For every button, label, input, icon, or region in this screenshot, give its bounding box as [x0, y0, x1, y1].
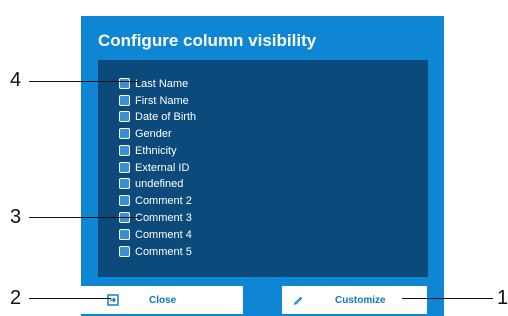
callout-2: 2: [10, 287, 22, 309]
column-item-comment-2[interactable]: Comment 2: [119, 193, 192, 208]
callout-1: 1: [497, 287, 508, 309]
column-visibility-dialog: Configure column visibility Last Name Fi…: [81, 16, 444, 316]
column-label: Ethnicity: [135, 144, 177, 157]
column-label: Last Name: [135, 77, 189, 90]
pencil-icon: [293, 296, 303, 305]
checkbox[interactable]: [119, 145, 130, 156]
checkbox[interactable]: [119, 195, 130, 206]
checkbox[interactable]: [119, 78, 130, 89]
column-item-undefined[interactable]: undefined: [119, 176, 183, 191]
dialog-title: Configure column visibility: [98, 31, 317, 50]
callout-4: 4: [10, 69, 22, 91]
close-label: Close: [149, 294, 177, 306]
checkbox[interactable]: [119, 95, 130, 106]
column-label: Comment 5: [135, 245, 192, 258]
column-item-ethnicity[interactable]: Ethnicity: [119, 143, 177, 158]
column-label: Date of Birth: [135, 110, 197, 123]
callout-3-leader: [29, 217, 139, 218]
exit-icon: [107, 294, 119, 306]
column-label: Comment 4: [135, 228, 192, 241]
column-item-date-of-birth[interactable]: Date of Birth: [119, 109, 196, 124]
checkbox[interactable]: [119, 128, 130, 139]
column-item-external-id[interactable]: External ID: [119, 160, 189, 175]
checkbox[interactable]: [119, 178, 130, 189]
column-label: Comment 2: [135, 194, 192, 207]
callout-3: 3: [10, 206, 22, 228]
column-label: First Name: [135, 94, 189, 107]
callout-1-leader: [402, 298, 493, 299]
customize-button[interactable]: Customize: [282, 286, 427, 314]
callout-4-leader: [29, 81, 139, 82]
checkbox[interactable]: [119, 162, 130, 173]
customize-label: Customize: [335, 294, 386, 306]
column-item-comment-5[interactable]: Comment 5: [119, 244, 192, 259]
column-item-comment-4[interactable]: Comment 4: [119, 227, 192, 242]
column-label: Gender: [135, 127, 172, 140]
close-button[interactable]: Close: [81, 286, 243, 314]
checkbox[interactable]: [119, 229, 130, 240]
checkbox[interactable]: [119, 246, 130, 257]
column-label: Comment 3: [135, 211, 192, 224]
column-item-last-name[interactable]: Last Name: [119, 76, 188, 91]
column-item-gender[interactable]: Gender: [119, 126, 172, 141]
column-label: undefined: [135, 177, 184, 190]
column-item-first-name[interactable]: First Name: [119, 93, 189, 108]
column-label: External ID: [135, 161, 190, 174]
checkbox[interactable]: [119, 111, 130, 122]
callout-2-leader: [29, 298, 111, 299]
